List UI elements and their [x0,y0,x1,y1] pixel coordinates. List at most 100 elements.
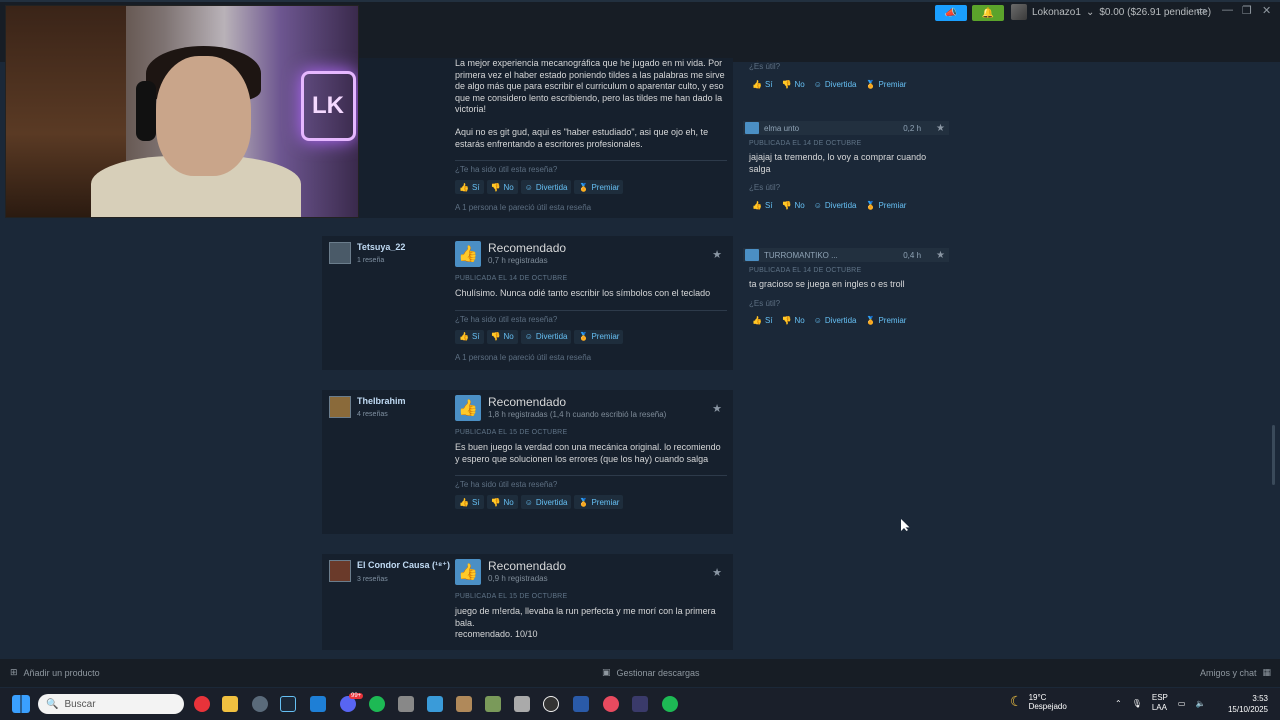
vote-no-button[interactable]: 👎 No [486,329,518,344]
app-icon[interactable] [485,696,501,712]
temperature: 19°C [1028,693,1047,702]
award-button[interactable]: 🏅 Premiar [862,198,909,212]
spotify-icon[interactable] [662,696,678,712]
award-button[interactable]: 🏅 Premiar [574,180,624,194]
post-date: PUBLICADA EL 15 DE OCTUBRE [455,429,568,436]
manage-downloads-button[interactable]: ▣ Gestionar descargas [602,667,700,678]
add-product-button[interactable]: ⊞ Añadir un producto [10,667,100,678]
opera-icon[interactable] [194,696,210,712]
vote-yes-button[interactable]: 👍 Sí [455,180,484,194]
star-icon[interactable]: ★ [936,123,945,134]
award-button[interactable]: 🏅 Premiar [862,77,909,91]
vote-funny-button[interactable]: ☺ Divertida [520,180,572,194]
vote-funny-button[interactable]: ☺ Divertida [811,314,860,328]
comment-author[interactable]: elma unto [764,124,799,133]
comment-text: jajajaj ta tremendo, lo voy a comprar cu… [749,152,927,174]
thumbs-down-icon: 👎 [781,316,792,325]
close-icon[interactable]: ✕ [1262,4,1271,17]
comment-author[interactable]: TURROMANTIKO ... [764,251,838,260]
star-icon[interactable]: ★ [712,248,722,261]
microphone-icon[interactable]: 🎙 [1132,699,1142,708]
comment: ¿Es útil? 👍 Sí 👎 No ☺ Divertida 🏅 Premiar [743,62,949,91]
top-stripe [0,0,1280,2]
webcam-person [156,56,251,176]
award-button[interactable]: 🏅 Premiar [862,314,909,328]
notifications-button[interactable]: 🔔 [972,5,1004,21]
divider [455,160,727,161]
network-icon[interactable]: ▭ [1178,699,1186,708]
avatar [329,242,351,264]
vote-no-button[interactable]: 👎 No [486,180,518,194]
restore-icon[interactable]: ❐ [1242,4,1252,17]
weather-widget[interactable]: ☾ 19°C Despejado [1010,693,1067,711]
language-indicator[interactable]: ESP LAA [1152,693,1168,713]
verdict: Recomendado [488,241,567,255]
vote-yes-button[interactable]: 👍 Sí [749,198,776,212]
clock[interactable]: 3:53 15/10/2025 [1228,693,1268,715]
star-icon[interactable]: ★ [712,402,722,415]
announcements-button[interactable]: 📣 [935,5,967,21]
helpful-question: ¿Te ha sido útil esta reseña? [455,165,558,174]
app-icon[interactable] [398,696,414,712]
award-icon: 🏅 [578,332,589,341]
bitwarden-icon[interactable] [573,696,589,712]
big-picture-icon[interactable]: ▭ [1196,4,1206,17]
app-icon[interactable] [514,696,530,712]
vote-funny-button[interactable]: ☺ Divertida [520,329,572,344]
windows-start-icon[interactable] [12,695,30,713]
vote-funny-button[interactable]: ☺ Divertida [811,77,860,91]
star-icon[interactable]: ★ [936,250,945,261]
review-text: Chulísimo. Nunca odié tanto escribir los… [455,288,711,298]
thumbs-down-icon: 👎 [490,182,501,192]
thumbs-up-icon [745,122,759,134]
vote-yes-button[interactable]: 👍 Sí [749,77,776,91]
divider [455,475,727,476]
thumbs-up-icon: 👍 [455,559,481,585]
hours-played: 1,8 h registradas (1,4 h cuando escribió… [488,410,667,419]
file-explorer-icon[interactable] [222,696,238,712]
hours-played: 0,2 h [903,123,922,133]
vote-no-button[interactable]: 👎 No [779,77,808,91]
review-author[interactable]: Tetsuya_22 1 reseña [329,242,405,264]
vote-no-button[interactable]: 👎 No [779,314,808,328]
spotify-icon[interactable] [369,696,385,712]
vote-yes-button[interactable]: 👍 Sí [455,495,484,509]
thumbs-up-icon: 👍 [459,332,469,341]
app-icon[interactable] [543,696,559,712]
comment: elma unto 0,2 h ★ PUBLICADA EL 14 DE OCT… [743,121,949,212]
plus-icon: ⊞ [10,667,18,677]
notepad-icon[interactable] [427,696,443,712]
steam-icon[interactable] [280,696,296,712]
account-menu[interactable]: Lokonazo1 ⌄ $0.00 ($26.91 pendiente) [1011,4,1211,20]
search-icon: 🔍 [46,698,59,710]
moon-icon: ☾ [1010,693,1023,709]
vote-yes-button[interactable]: 👍 Sí [749,314,776,328]
review-author[interactable]: El Condor Causa (¹⁸⁺) 3 reseñas [329,560,450,583]
vote-no-button[interactable]: 👎 No [779,198,808,212]
star-icon[interactable]: ★ [712,566,722,579]
award-button[interactable]: 🏅 Premiar [574,495,624,509]
vote-funny-button[interactable]: ☺ Divertida [811,198,860,212]
app-icon[interactable] [603,696,619,712]
minimize-icon[interactable]: — [1222,4,1233,16]
award-button[interactable]: 🏅 Premiar [574,329,624,344]
app-icon[interactable] [632,696,648,712]
volume-icon[interactable]: 🔈 [1195,699,1205,708]
verdict: Recomendado [488,559,567,573]
vote-funny-button[interactable]: ☺ Divertida [520,495,572,509]
app-icon[interactable] [456,696,472,712]
app-icon[interactable] [252,696,268,712]
scrollbar[interactable] [1272,425,1275,485]
vote-yes-button[interactable]: 👍 Sí [455,329,484,344]
taskbar-search[interactable]: 🔍 Buscar [38,694,184,714]
post-date: PUBLICADA EL 14 DE OCTUBRE [749,267,862,274]
friends-chat-button[interactable]: Amigos y chat ▦ [1200,667,1271,678]
comment: TURROMANTIKO ... 0,4 h ★ PUBLICADA EL 14… [743,248,949,328]
app-icon[interactable] [310,696,326,712]
smiley-icon: ☺ [524,182,533,192]
chevron-up-icon[interactable]: ⌃ [1115,699,1122,708]
review-author[interactable]: TheIbrahim 4 reseñas [329,396,406,418]
thumbs-up-icon: 👍 [455,395,481,421]
comment-header: TURROMANTIKO ... 0,4 h ★ [743,248,949,262]
vote-no-button[interactable]: 👎 No [486,495,518,509]
